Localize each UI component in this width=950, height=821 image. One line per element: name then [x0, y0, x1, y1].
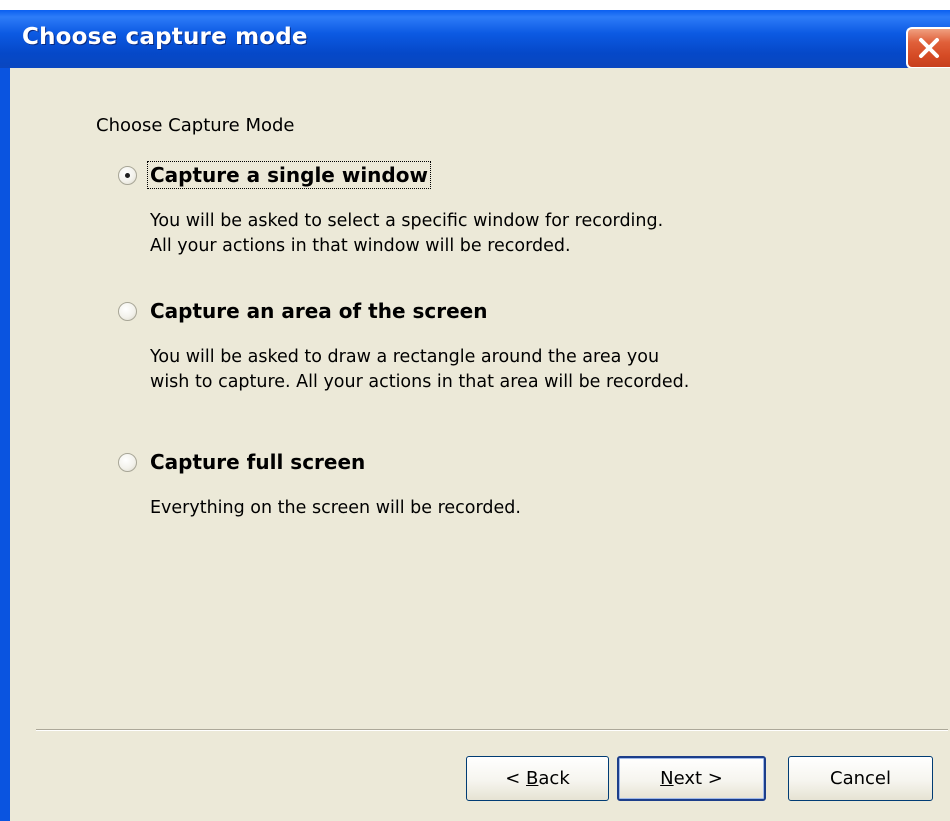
dialog-window: Choose capture mode Choose Capture Mode … — [0, 0, 950, 821]
radio-full-screen[interactable] — [118, 453, 137, 472]
back-button-prefix: < — [505, 768, 527, 789]
next-button-mnemonic: N — [660, 768, 674, 789]
option-description-line: All your actions in that window will be … — [150, 236, 571, 256]
window-top-edge — [0, 0, 950, 10]
radio-single-window[interactable] — [118, 166, 137, 185]
dialog-client-area: Choose Capture Mode Capture a single win… — [10, 68, 950, 821]
option-description-line: You will be asked to draw a rectangle ar… — [150, 347, 660, 367]
back-button-rest: ack — [538, 768, 570, 789]
option-label[interactable]: Capture full screen — [148, 449, 367, 475]
button-separator — [36, 729, 948, 731]
close-button[interactable] — [906, 27, 950, 69]
back-button-mnemonic: B — [526, 768, 539, 789]
close-x-icon — [919, 38, 939, 58]
option-description-line: You will be asked to select a specific w… — [150, 211, 664, 231]
option-description-line: wish to capture. All your actions in tha… — [150, 372, 690, 392]
cancel-button[interactable]: Cancel — [788, 756, 933, 801]
option-label[interactable]: Capture a single window — [147, 161, 431, 189]
next-button-rest: ext > — [673, 768, 723, 789]
page-heading: Choose Capture Mode — [96, 115, 295, 136]
title-bar[interactable]: Choose capture mode — [0, 10, 950, 69]
window-title: Choose capture mode — [22, 24, 308, 50]
radio-area-of-screen[interactable] — [118, 302, 137, 321]
next-button[interactable]: Next > — [617, 756, 766, 801]
option-label[interactable]: Capture an area of the screen — [148, 298, 489, 324]
option-description-line: Everything on the screen will be recorde… — [150, 498, 521, 518]
back-button[interactable]: < Back — [466, 756, 609, 801]
